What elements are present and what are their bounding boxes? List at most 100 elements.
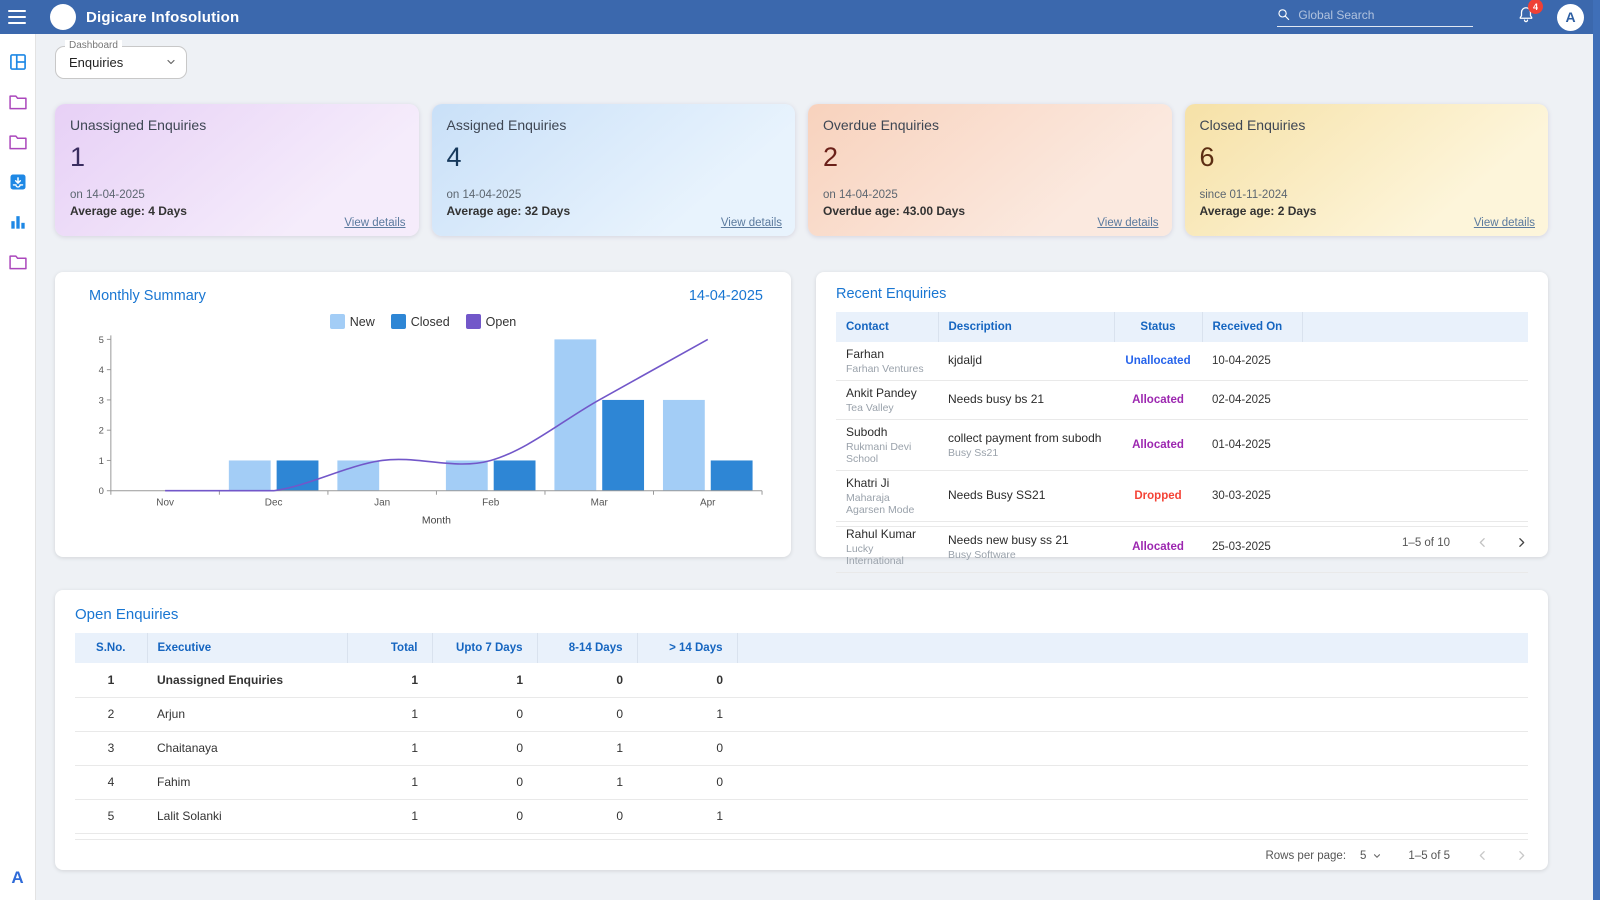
svg-text:Apr: Apr xyxy=(700,498,716,509)
chevron-down-icon xyxy=(165,56,177,68)
legend-item-closed[interactable]: Closed xyxy=(391,314,450,329)
8-14-days-count: 0 xyxy=(537,799,637,833)
contact-company: Maharaja Agarsen Mode xyxy=(846,492,928,516)
next-page-button[interactable] xyxy=(1515,536,1528,549)
stat-card-date: since 01-11-2024 xyxy=(1200,189,1534,201)
status-badge: Allocated xyxy=(1114,381,1202,420)
dashboard-select[interactable]: Dashboard Enquiries xyxy=(55,46,187,79)
contact-name: Khatri Ji xyxy=(846,476,928,490)
legend-item-new[interactable]: New xyxy=(330,314,375,329)
open-enquiry-row[interactable]: 2 Arjun 1 0 0 1 xyxy=(75,697,1528,731)
contact-company: Farhan Ventures xyxy=(846,363,928,375)
stat-card-date: on 14-04-2025 xyxy=(70,189,404,201)
sidebar-item-folder-2[interactable] xyxy=(6,130,30,154)
open-enquiry-row[interactable]: 1 Unassigned Enquiries 1 1 0 0 xyxy=(75,663,1528,697)
view-details-link[interactable]: View details xyxy=(721,217,782,229)
sidebar-item-reports[interactable] xyxy=(6,210,30,234)
open-enquiry-row[interactable]: 5 Lalit Solanki 1 0 0 1 xyxy=(75,799,1528,833)
svg-text:Dec: Dec xyxy=(265,498,283,509)
gt-14-days-count: 1 xyxy=(637,697,737,731)
prev-page-button[interactable] xyxy=(1476,536,1489,549)
chevron-left-icon xyxy=(1476,849,1489,862)
received-date: 30-03-2025 xyxy=(1202,471,1302,522)
sno: 5 xyxy=(75,799,147,833)
dashboard-grid-icon xyxy=(8,52,28,72)
svg-text:Feb: Feb xyxy=(482,498,500,509)
col-header-empty xyxy=(737,633,1528,663)
enquiry-row[interactable]: Khatri Ji Maharaja Agarsen Mode Needs Bu… xyxy=(836,471,1528,522)
gt-14-days-count: 0 xyxy=(637,663,737,697)
notifications-button[interactable]: 4 xyxy=(1517,5,1535,29)
recent-enquiries-pagination: 1–5 of 10 xyxy=(836,526,1528,549)
svg-text:2: 2 xyxy=(99,426,104,437)
stat-card-age: Average age: 32 Days xyxy=(447,204,781,218)
folder-icon xyxy=(8,253,28,271)
hamburger-menu-button[interactable] xyxy=(8,10,26,24)
open-enquiry-row[interactable]: 4 Fahim 1 0 1 0 xyxy=(75,765,1528,799)
view-details-link[interactable]: View details xyxy=(344,217,405,229)
pagination-range: 1–5 of 10 xyxy=(1402,537,1450,549)
sidebar-item-folder-3[interactable] xyxy=(6,250,30,274)
stat-card-title: Closed Enquiries xyxy=(1200,117,1534,133)
stat-card-value: 2 xyxy=(823,142,1157,173)
view-details-link[interactable]: View details xyxy=(1474,217,1535,229)
page-scrollbar[interactable] xyxy=(1593,0,1600,900)
global-search xyxy=(1277,7,1473,27)
svg-text:0: 0 xyxy=(99,486,104,497)
status-badge: Unallocated xyxy=(1114,342,1202,381)
middle-row: Monthly Summary 14-04-2025 NewClosedOpen… xyxy=(55,272,1548,557)
svg-text:5: 5 xyxy=(99,335,104,346)
pagination-range: 1–5 of 5 xyxy=(1408,850,1450,862)
svg-text:Month: Month xyxy=(422,516,451,527)
status-badge: Dropped xyxy=(1114,471,1202,522)
contact-company: Rukmani Devi School xyxy=(846,441,928,465)
dashboard-select-label: Dashboard xyxy=(65,40,122,51)
col-header-8-14-days: 8-14 Days xyxy=(537,633,637,663)
executive-name: Lalit Solanki xyxy=(147,799,347,833)
col-header-executive: Executive xyxy=(147,633,347,663)
executive-name: Fahim xyxy=(147,765,347,799)
upto-7-days-count: 1 xyxy=(432,663,537,697)
received-date: 01-04-2025 xyxy=(1202,420,1302,471)
svg-text:Jan: Jan xyxy=(374,498,390,509)
enquiry-description-sub: Busy Ss21 xyxy=(948,447,1104,459)
upto-7-days-count: 0 xyxy=(432,765,537,799)
top-navbar: Digicare Infosolution 4 A xyxy=(0,0,1600,34)
sidebar-item-inbox[interactable] xyxy=(6,170,30,194)
contact-name: Farhan xyxy=(846,347,928,361)
legend-label: New xyxy=(350,315,375,329)
sidebar-item-folder-1[interactable] xyxy=(6,90,30,114)
stat-card-date: on 14-04-2025 xyxy=(447,189,781,201)
next-page-button[interactable] xyxy=(1515,849,1528,862)
open-enquiry-row[interactable]: 3 Chaitanaya 1 0 1 0 xyxy=(75,731,1528,765)
legend-item-open[interactable]: Open xyxy=(466,314,517,329)
rows-per-page-value: 5 xyxy=(1360,850,1366,862)
main-content: Dashboard Enquiries Unassigned Enquiries… xyxy=(36,34,1600,870)
user-avatar[interactable]: A xyxy=(1557,4,1584,31)
prev-page-button[interactable] xyxy=(1476,849,1489,862)
table-header-row: Contact Description Status Received On xyxy=(836,312,1528,342)
sno: 1 xyxy=(75,663,147,697)
col-header-empty xyxy=(1302,312,1528,342)
stat-card-title: Overdue Enquiries xyxy=(823,117,1157,133)
sidebar-footer-logo[interactable]: A xyxy=(11,868,23,888)
enquiry-row[interactable]: Ankit Pandey Tea Valley Needs busy bs 21… xyxy=(836,381,1528,420)
enquiry-description: Needs Busy SS21 xyxy=(948,488,1104,502)
stat-card-age: Average age: 2 Days xyxy=(1200,204,1534,218)
stat-card-unassigned: Unassigned Enquiries 1 on 14-04-2025 Ave… xyxy=(55,104,419,236)
enquiry-row[interactable]: Farhan Farhan Ventures kjdaljd Unallocat… xyxy=(836,342,1528,381)
view-details-link[interactable]: View details xyxy=(1097,217,1158,229)
col-header-contact: Contact xyxy=(836,312,938,342)
legend-label: Open xyxy=(486,315,517,329)
chevron-right-icon xyxy=(1515,849,1528,862)
stat-card-date: on 14-04-2025 xyxy=(823,189,1157,201)
rows-per-page-select[interactable]: 5 xyxy=(1360,850,1382,862)
executive-name: Chaitanaya xyxy=(147,731,347,765)
open-enquiries-panel: Open Enquiries S.No. Executive Total Upt… xyxy=(55,590,1548,870)
8-14-days-count: 1 xyxy=(537,731,637,765)
notification-count-badge: 4 xyxy=(1528,0,1543,14)
global-search-input[interactable] xyxy=(1298,8,1473,22)
sidebar-item-dashboard[interactable] xyxy=(6,50,30,74)
enquiry-row[interactable]: Subodh Rukmani Devi School collect payme… xyxy=(836,420,1528,471)
received-date: 10-04-2025 xyxy=(1202,342,1302,381)
